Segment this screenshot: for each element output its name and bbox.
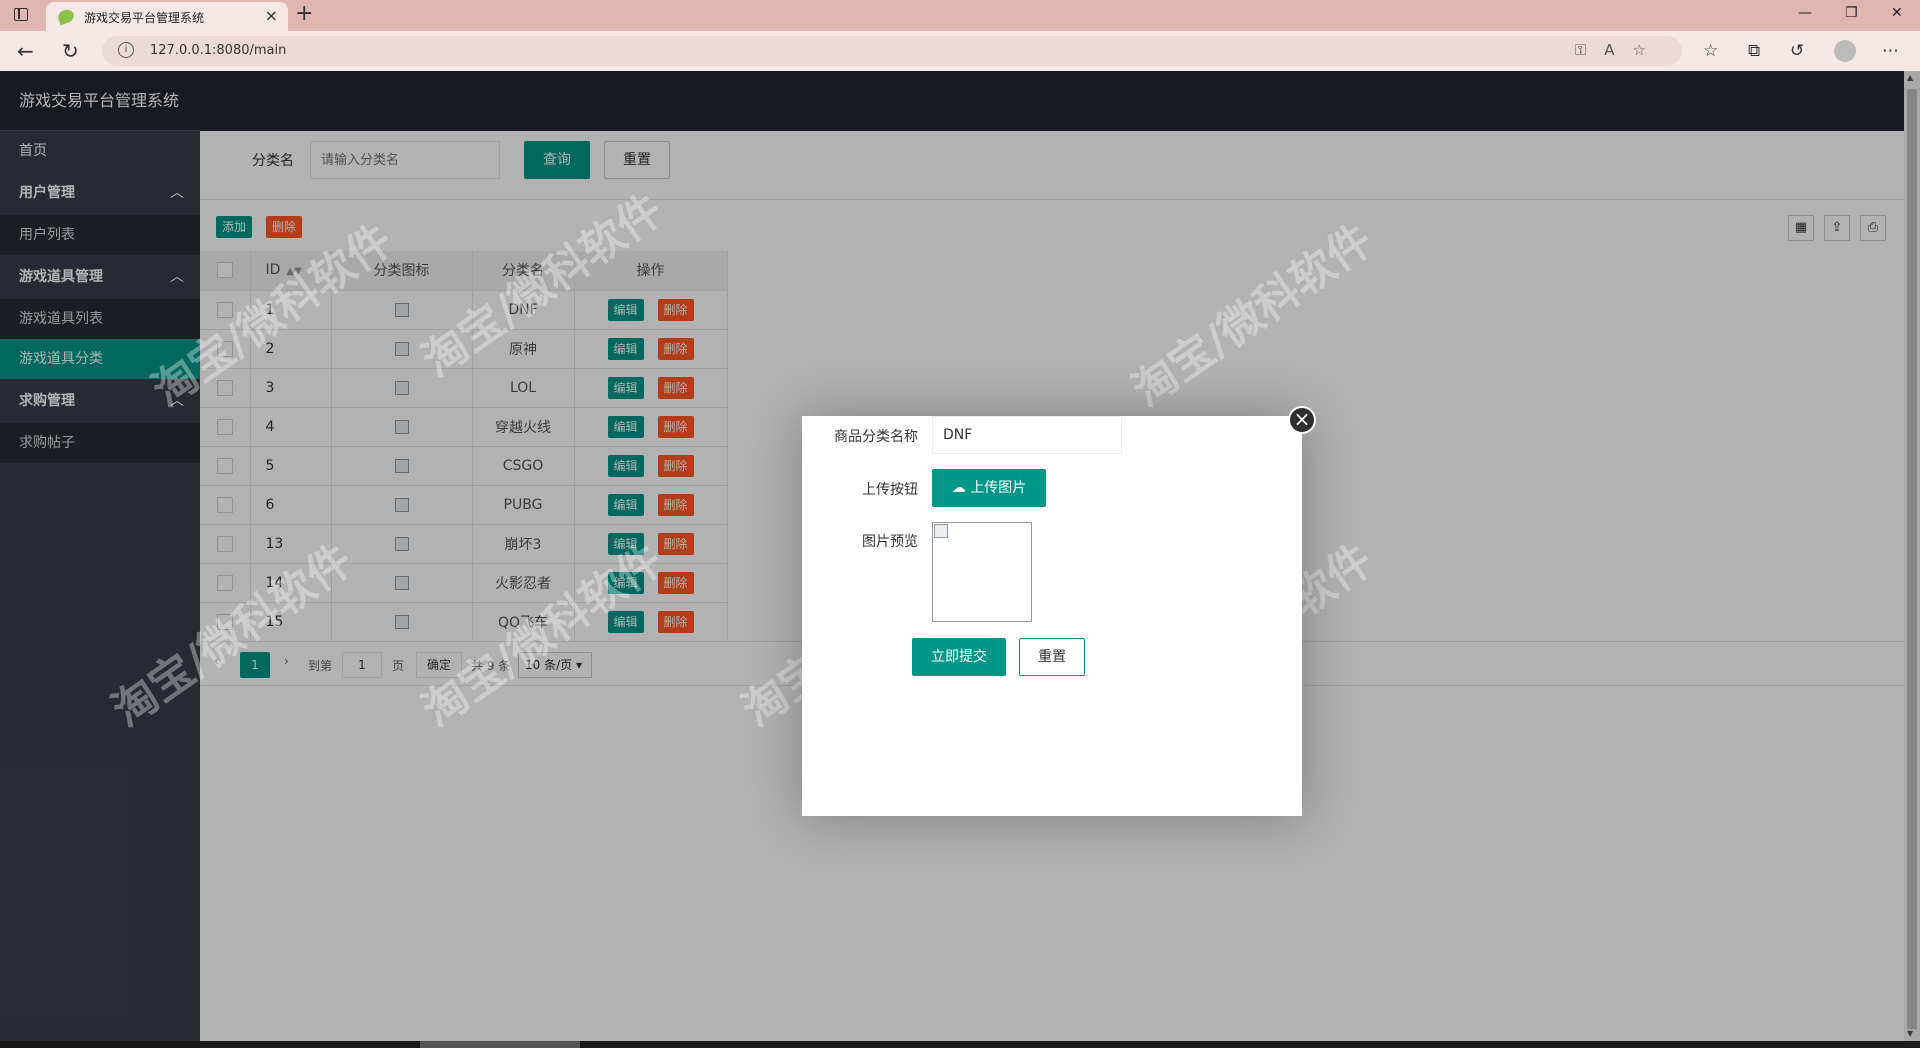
taskbar xyxy=(0,1041,1920,1048)
url-action-icons[interactable]: ⚿A☆ xyxy=(1575,41,1664,59)
preview-label: 图片预览 xyxy=(862,534,918,550)
close-icon[interactable]: × xyxy=(1288,406,1316,434)
collections-icon[interactable]: ⧉ xyxy=(1748,41,1760,61)
tab-title: 游戏交易平台管理系统 xyxy=(84,11,205,25)
site-info-icon[interactable]: i xyxy=(118,42,134,58)
back-icon[interactable]: ← xyxy=(17,39,34,63)
modal-reset-button[interactable]: 重置 xyxy=(1019,638,1085,676)
browser-tab[interactable]: 游戏交易平台管理系统 × xyxy=(46,2,288,31)
leaf-favicon-icon xyxy=(56,7,76,26)
category-name-label: 商品分类名称 xyxy=(834,429,918,445)
image-preview xyxy=(932,522,1032,622)
profile-avatar[interactable] xyxy=(1834,40,1856,62)
refresh-icon[interactable]: ↻ xyxy=(62,39,79,63)
url-field[interactable]: i 127.0.0.1:8080/main ⚿A☆ xyxy=(102,36,1682,66)
edit-category-dialog: 商品分类名称 DNF 上传按钮 ☁ 上传图片 图片预览 立即提交 重置 xyxy=(802,416,1302,816)
window-close-icon[interactable]: ✕ xyxy=(1891,5,1903,21)
history-icon[interactable]: ↺ xyxy=(1790,41,1804,61)
category-name-field[interactable]: DNF xyxy=(932,416,1122,454)
submit-button[interactable]: 立即提交 xyxy=(912,638,1006,676)
browser-tab-bar: 游戏交易平台管理系统 × + — ❐ ✕ xyxy=(0,0,1920,31)
taskbar-active-app[interactable] xyxy=(420,1041,580,1048)
restore-icon[interactable]: ❐ xyxy=(1845,5,1858,21)
broken-image-icon xyxy=(934,524,948,538)
url-text: 127.0.0.1:8080/main xyxy=(150,43,287,58)
upload-label: 上传按钮 xyxy=(862,482,918,498)
favorites-icon[interactable]: ☆ xyxy=(1703,41,1718,61)
cloud-upload-icon: ☁ xyxy=(951,480,966,496)
upload-button-label: 上传图片 xyxy=(970,480,1027,496)
minimize-icon[interactable]: — xyxy=(1798,5,1812,21)
address-bar: ← ↻ i 127.0.0.1:8080/main ⚿A☆ ☆ ⧉ ↺ ⋯ xyxy=(0,31,1920,71)
tab-actions-icon[interactable] xyxy=(14,8,28,21)
new-tab-icon[interactable]: + xyxy=(295,1,313,26)
upload-image-button[interactable]: ☁ 上传图片 xyxy=(932,469,1046,507)
tab-close-icon[interactable]: × xyxy=(265,6,278,25)
more-menu-icon[interactable]: ⋯ xyxy=(1882,41,1899,61)
